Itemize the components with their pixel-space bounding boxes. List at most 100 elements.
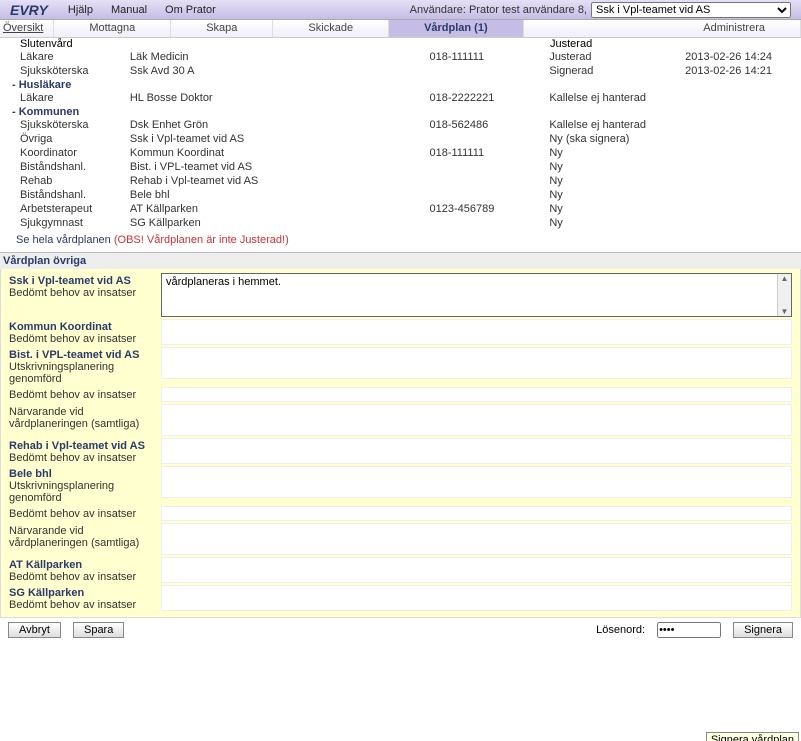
care-phone: 018-2222221 <box>429 91 549 105</box>
care-row: Biståndshanl.Bele bhlNy <box>6 188 795 202</box>
form-labels: Närvarande vid vårdplaneringen (samtliga… <box>9 523 161 555</box>
care-timestamp: 2013-02-26 14:24 <box>685 50 795 64</box>
form-labels: SG KällparkenBedömt behov av insatser <box>9 585 161 611</box>
care-role: Övriga <box>20 132 130 146</box>
care-row: ArbetsterapeutAT Källparken0123-456789Ny <box>6 202 795 216</box>
readonly-field <box>161 557 792 583</box>
password-label: Lösenord: <box>596 624 645 636</box>
form-block-heading: Bist. i VPL-teamet vid AS <box>9 349 161 361</box>
form-block-heading: Rehab i Vpl-teamet vid AS <box>9 440 161 452</box>
care-status: Kallelse ej hanterad <box>549 91 685 105</box>
tab-sent[interactable]: Skickade <box>273 20 389 37</box>
care-phone <box>429 132 549 146</box>
form-labels: Rehab i Vpl-teamet vid ASBedömt behov av… <box>9 438 161 464</box>
care-status: Ny <box>549 216 685 230</box>
care-timestamp <box>685 91 795 105</box>
care-timestamp <box>685 202 795 216</box>
form-block: SG KällparkenBedömt behov av insatser <box>9 585 792 611</box>
password-input[interactable] <box>657 622 721 638</box>
care-group-heading: Husläkare <box>6 78 795 91</box>
form-labels: Bist. i VPL-teamet vid ASUtskrivningspla… <box>9 347 161 385</box>
form-block: Bele bhlUtskrivningsplanering genomförd <box>9 466 792 504</box>
care-overview: Slutenvård Justerad LäkareLäk Medicin018… <box>0 38 801 252</box>
careplan-form: Ssk i Vpl-teamet vid ASBedömt behov av i… <box>0 269 801 618</box>
form-labels: AT KällparkenBedömt behov av insatser <box>9 557 161 583</box>
care-phone <box>429 216 549 230</box>
readonly-field <box>161 506 792 521</box>
care-status: Ny <box>549 188 685 202</box>
care-unit: Kommun Koordinat <box>130 146 430 160</box>
menu-about[interactable]: Om Prator <box>165 4 216 16</box>
readonly-field <box>161 319 792 345</box>
care-row: LäkareLäk Medicin018-111111Justerad2013-… <box>6 50 795 64</box>
form-block: Närvarande vid vårdplaneringen (samtliga… <box>9 523 792 555</box>
page-tabs: Översikt Mottagna Skapa Skickade Vårdpla… <box>0 20 801 38</box>
tab-admin[interactable]: Administrera <box>668 20 801 37</box>
form-block-sublabel: Bedömt behov av insatser <box>9 287 161 299</box>
care-status: Ny <box>549 174 685 188</box>
tab-careplan[interactable]: Vårdplan (1) <box>389 20 524 37</box>
readonly-field <box>161 404 792 436</box>
form-block: Bist. i VPL-teamet vid ASUtskrivningspla… <box>9 347 792 385</box>
care-phone <box>429 160 549 174</box>
care-timestamp <box>685 160 795 174</box>
form-block-sublabel: Bedömt behov av insatser <box>9 508 161 520</box>
tab-overview[interactable]: Översikt <box>0 20 54 37</box>
form-block: Bedömt behov av insatser <box>9 387 792 402</box>
form-labels: Kommun KoordinatBedömt behov av insatser <box>9 319 161 345</box>
save-button[interactable]: Spara <box>73 622 124 638</box>
footer-bar: Avbryt Spara Lösenord: Signera <box>0 618 801 642</box>
care-timestamp <box>685 146 795 160</box>
care-phone <box>429 64 549 78</box>
cancel-button[interactable]: Avbryt <box>8 622 61 638</box>
care-phone: 0123-456789 <box>429 202 549 216</box>
form-block: Ssk i Vpl-teamet vid ASBedömt behov av i… <box>9 273 792 317</box>
see-full-plan-link[interactable]: Se hela vårdplanen (OBS! Vårdplanen är i… <box>6 230 795 248</box>
scroll-down-icon[interactable]: ▼ <box>781 307 789 316</box>
form-block-sublabel: Bedömt behov av insatser <box>9 452 161 464</box>
link-warning: (OBS! Vårdplanen är inte Justerad!) <box>114 234 289 246</box>
readonly-field <box>161 347 792 379</box>
form-block-heading: Kommun Koordinat <box>9 321 161 333</box>
form-block: Rehab i Vpl-teamet vid ASBedömt behov av… <box>9 438 792 464</box>
user-bar: Användare: Prator test användare 8, Ssk … <box>216 2 801 18</box>
form-block-sublabel: Närvarande vid vårdplaneringen (samtliga… <box>9 406 161 430</box>
care-status: Ny <box>549 146 685 160</box>
care-role: Läkare <box>20 91 130 105</box>
form-block: Bedömt behov av insatser <box>9 506 792 521</box>
form-block-heading: SG Källparken <box>9 587 161 599</box>
care-unit: Bist. i VPL-teamet vid AS <box>130 160 430 174</box>
main-menu: Hjälp Manual Om Prator <box>58 4 216 16</box>
form-block: AT KällparkenBedömt behov av insatser <box>9 557 792 583</box>
tooltip: Signera vårdplan <box>706 732 799 741</box>
form-labels: Närvarande vid vårdplaneringen (samtliga… <box>9 404 161 436</box>
care-role: Arbetsterapeut <box>20 202 130 216</box>
menu-help[interactable]: Hjälp <box>68 4 93 16</box>
tab-create[interactable]: Skapa <box>171 20 273 37</box>
assessment-textarea[interactable]: vårdplaneras i hemmet.▲▼ <box>161 273 792 317</box>
tab-received[interactable]: Mottagna <box>54 20 171 37</box>
form-block-sublabel: Bedömt behov av insatser <box>9 389 161 401</box>
form-block: Kommun KoordinatBedömt behov av insatser <box>9 319 792 345</box>
menu-manual[interactable]: Manual <box>111 4 147 16</box>
care-group-heading: Kommunen <box>6 105 795 118</box>
care-role: Biståndshanl. <box>20 160 130 174</box>
care-unit: Ssk Avd 30 A <box>130 64 430 78</box>
care-row: SjukgymnastSG KällparkenNy <box>6 216 795 230</box>
care-phone: 018-562486 <box>429 118 549 132</box>
link-text: Se hela vårdplanen <box>16 234 114 246</box>
care-unit: Bele bhl <box>130 188 430 202</box>
scrollbar[interactable]: ▲▼ <box>777 274 791 316</box>
care-status: Ny <box>549 160 685 174</box>
scroll-up-icon[interactable]: ▲ <box>781 274 789 283</box>
form-block-sublabel: Närvarande vid vårdplaneringen (samtliga… <box>9 525 161 549</box>
sign-button[interactable]: Signera <box>733 622 793 638</box>
unit-dropdown[interactable]: Ssk i Vpl-teamet vid AS <box>591 2 791 18</box>
readonly-field <box>161 523 792 555</box>
care-phone <box>429 188 549 202</box>
care-row: Biståndshanl.Bist. i VPL-teamet vid AS Ny <box>6 160 795 174</box>
care-unit: HL Bosse Doktor <box>130 91 430 105</box>
care-timestamp: 2013-02-26 14:21 <box>685 64 795 78</box>
section-title: Vårdplan övriga <box>0 252 801 269</box>
app-logo: EVRY <box>0 2 58 18</box>
